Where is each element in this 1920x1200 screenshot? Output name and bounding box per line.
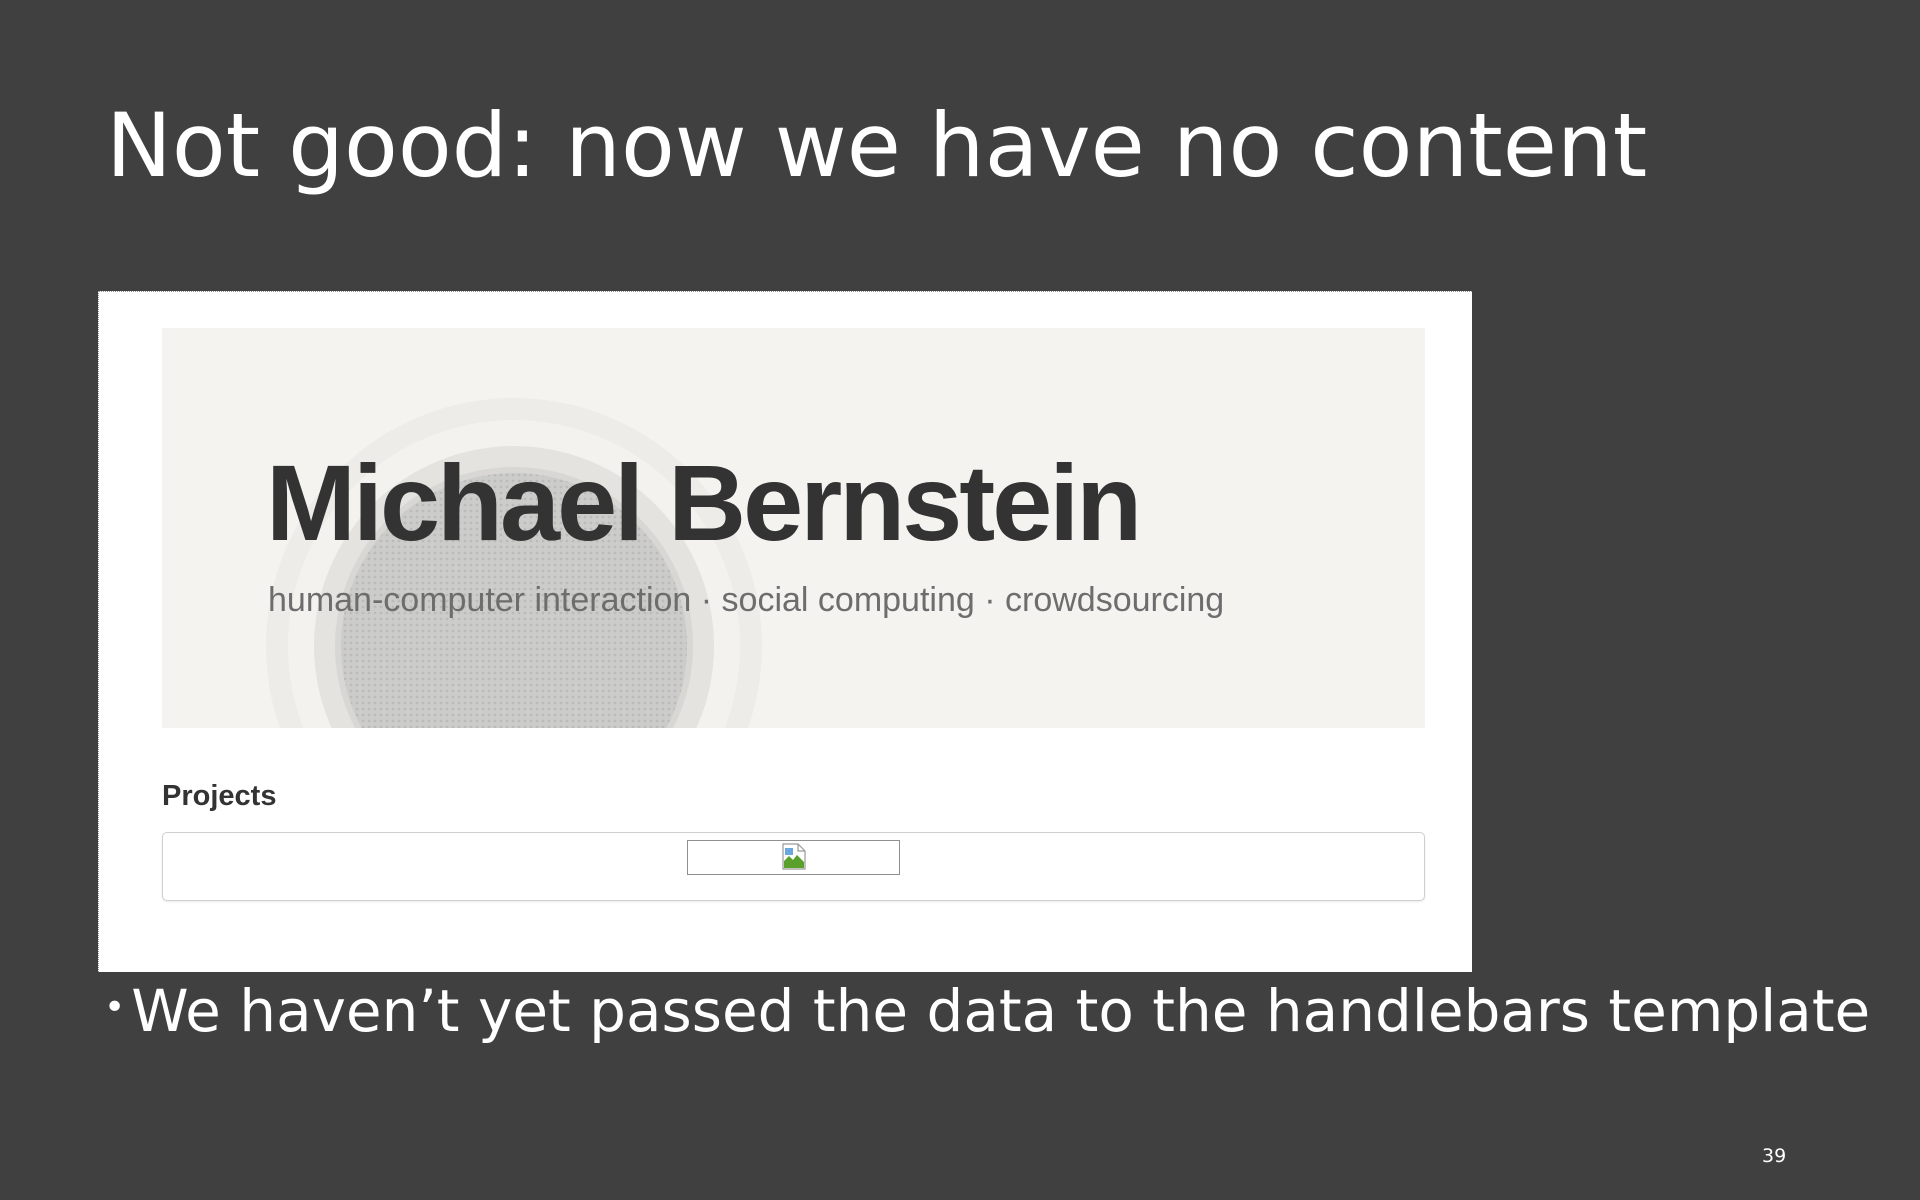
profile-tagline: human-computer interaction · social comp…: [268, 581, 1225, 619]
bullet-text: We haven’t yet passed the data to the ha…: [131, 977, 1871, 1045]
slide-title: Not good: now we have no content: [106, 94, 1648, 197]
hero-banner: Michael Bernstein human-computer interac…: [162, 328, 1425, 728]
slide: Not good: now we have no content Michael…: [0, 0, 1920, 1200]
broken-image-placeholder: [687, 840, 900, 875]
bullet-point: • We haven’t yet passed the data to the h…: [104, 977, 1871, 1045]
profile-name: Michael Bernstein: [266, 442, 1142, 563]
projects-container: [162, 832, 1425, 901]
embedded-webpage-screenshot: Michael Bernstein human-computer interac…: [98, 291, 1472, 972]
bullet-marker: •: [104, 987, 126, 1028]
projects-heading: Projects: [162, 780, 277, 812]
broken-image-icon: [782, 843, 806, 870]
page-number: 39: [1762, 1145, 1787, 1167]
